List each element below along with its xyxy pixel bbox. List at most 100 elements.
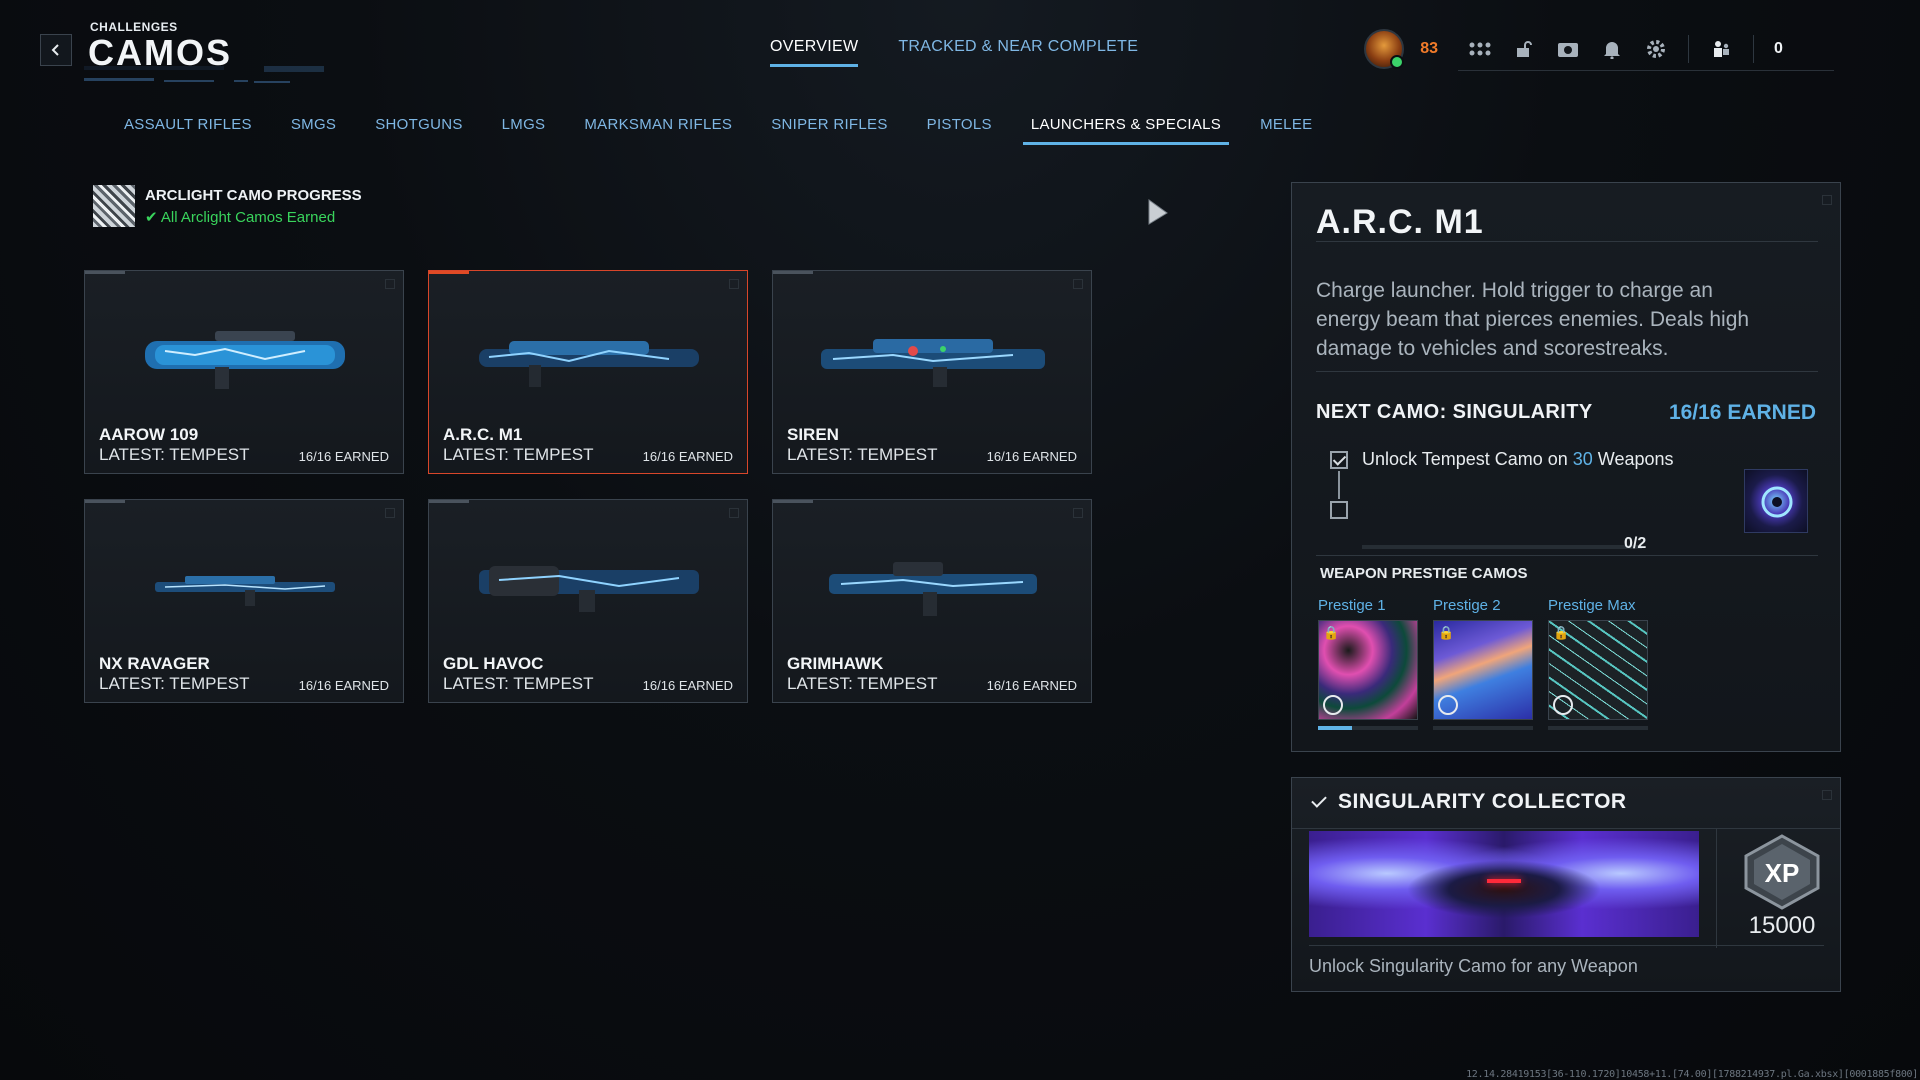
squad-icon[interactable] bbox=[1699, 34, 1743, 64]
collector-description: Unlock Singularity Camo for any Weapon bbox=[1309, 956, 1638, 976]
prestige-1-image: 🔒 bbox=[1318, 620, 1418, 720]
weapon-earned: 16/16 EARNED bbox=[642, 449, 733, 464]
prestige-label: Prestige 1 bbox=[1318, 597, 1386, 614]
card-corner-decoration bbox=[729, 279, 739, 289]
banner-visor bbox=[1487, 879, 1521, 883]
weapon-card-gdl-havoc[interactable]: GDL HAVOC LATEST: TEMPEST 16/16 EARNED bbox=[428, 499, 748, 703]
avatar[interactable] bbox=[1364, 29, 1405, 69]
gear-icon[interactable] bbox=[1634, 34, 1678, 64]
prestige-badge-icon bbox=[1438, 695, 1458, 715]
prestige-2-image: 🔒 bbox=[1433, 620, 1533, 720]
bell-icon[interactable] bbox=[1590, 34, 1634, 64]
weapon-latest-camo: LATEST: TEMPEST bbox=[99, 445, 250, 464]
weapon-latest-camo: LATEST: TEMPEST bbox=[443, 445, 594, 464]
weapon-image bbox=[155, 576, 335, 606]
card-corner-decoration bbox=[1073, 508, 1083, 518]
divider bbox=[1716, 828, 1717, 948]
title-glitch-decoration bbox=[84, 66, 324, 83]
weapon-name: GDL HAVOC bbox=[443, 654, 544, 673]
tab-sniper-rifles[interactable]: SNIPER RIFLES bbox=[763, 112, 895, 145]
tab-tracked-near-complete[interactable]: TRACKED & NEAR COMPLETE bbox=[898, 38, 1138, 67]
task-checkbox-empty bbox=[1330, 501, 1348, 519]
weapon-latest-camo: LATEST: TEMPEST bbox=[787, 674, 938, 693]
task-checkbox-checked bbox=[1330, 450, 1348, 469]
prestige-camo-2[interactable]: Prestige 2 🔒 bbox=[1433, 597, 1533, 730]
weapon-card-siren[interactable]: SIREN LATEST: TEMPEST 16/16 EARNED bbox=[772, 270, 1092, 474]
weapon-earned: 16/16 EARNED bbox=[986, 678, 1077, 693]
card-topbar bbox=[773, 500, 813, 503]
card-corner-decoration bbox=[385, 508, 395, 518]
task-text: Unlock Tempest Camo on 30 Weapons bbox=[1362, 449, 1674, 469]
card-topbar bbox=[429, 271, 469, 274]
grid-icon[interactable] bbox=[1458, 34, 1502, 64]
prestige-progress-bar bbox=[1318, 726, 1418, 730]
back-button[interactable] bbox=[40, 34, 72, 66]
prestige-progress-bar bbox=[1548, 726, 1648, 730]
weapon-earned: 16/16 EARNED bbox=[986, 449, 1077, 464]
currency-count: 0 bbox=[1774, 39, 1783, 57]
prestige-badge-icon bbox=[1553, 695, 1573, 715]
prestige-progress-bar bbox=[1433, 726, 1533, 730]
weapon-card-arc-m1[interactable]: A.R.C. M1 LATEST: TEMPEST 16/16 EARNED bbox=[428, 270, 748, 474]
task-connector bbox=[1338, 471, 1340, 499]
tab-overview[interactable]: OVERVIEW bbox=[770, 38, 859, 67]
divider bbox=[1292, 828, 1840, 829]
divider bbox=[1316, 555, 1818, 556]
card-topbar bbox=[85, 271, 125, 274]
panel-corner-decoration bbox=[1822, 790, 1832, 800]
card-topbar bbox=[85, 500, 125, 503]
camera-icon[interactable] bbox=[1546, 34, 1590, 64]
arclight-title: ARCLIGHT CAMO PROGRESS bbox=[145, 186, 362, 204]
xp-reward-value: 15000 bbox=[1748, 912, 1816, 939]
tab-launchers-specials[interactable]: LAUNCHERS & SPECIALS bbox=[1022, 112, 1230, 145]
weapon-name: NX RAVAGER bbox=[99, 654, 210, 673]
weapon-name: SIREN bbox=[787, 425, 839, 444]
header-right: 83 0 bbox=[1364, 26, 1834, 72]
arclight-status: ✔ All Arclight Camos Earned bbox=[145, 208, 362, 226]
prestige-label: Prestige Max bbox=[1548, 597, 1636, 614]
weapon-detail-title: A.R.C. M1 bbox=[1316, 203, 1484, 241]
tab-melee[interactable]: MELEE bbox=[1252, 112, 1320, 145]
card-corner-decoration bbox=[385, 279, 395, 289]
weapon-name: AAROW 109 bbox=[99, 425, 199, 444]
collector-header: SINGULARITY COLLECTOR bbox=[1311, 790, 1627, 814]
lock-icon: 🔒 bbox=[1553, 625, 1570, 640]
weapon-description: Charge launcher. Hold trigger to charge … bbox=[1316, 279, 1750, 360]
unlock-icon[interactable] bbox=[1502, 34, 1546, 64]
divider bbox=[1316, 371, 1818, 372]
prestige-camos-header: WEAPON PRESTIGE CAMOS bbox=[1320, 565, 1528, 582]
singularity-collector-panel: SINGULARITY COLLECTOR XP 15000 Unlock Si… bbox=[1291, 777, 1841, 992]
weapon-image bbox=[829, 562, 1037, 616]
xp-badge-label: XP bbox=[1765, 858, 1800, 888]
weapon-detail-panel: A.R.C. M1 Charge launcher. Hold trigger … bbox=[1291, 182, 1841, 752]
tab-pistols[interactable]: PISTOLS bbox=[919, 112, 1000, 145]
weapon-name: GRIMHAWK bbox=[787, 654, 884, 673]
singularity-camo-icon bbox=[1744, 469, 1808, 533]
header-icon-bar: 0 bbox=[1458, 34, 1834, 71]
weapon-earned: 16/16 EARNED bbox=[642, 678, 733, 693]
weapon-category-tabs: ASSAULT RIFLES SMGS SHOTGUNS LMGS MARKSM… bbox=[116, 112, 1343, 145]
weapon-card-aarow-109[interactable]: AAROW 109 LATEST: TEMPEST 16/16 EARNED bbox=[84, 270, 404, 474]
card-topbar bbox=[773, 271, 813, 274]
weapon-image bbox=[479, 341, 699, 387]
prestige-camo-max[interactable]: Prestige Max 🔒 bbox=[1548, 597, 1648, 730]
weapon-earned: 16/16 EARNED bbox=[298, 449, 389, 464]
weapon-card-nx-ravager[interactable]: NX RAVAGER LATEST: TEMPEST 16/16 EARNED bbox=[84, 499, 404, 703]
check-icon bbox=[1311, 792, 1327, 808]
tab-assault-rifles[interactable]: ASSAULT RIFLES bbox=[116, 112, 260, 145]
camo-earned-count: 16/16 EARNED bbox=[1668, 401, 1816, 424]
challenge-task: Unlock Tempest Camo on 30 Weapons bbox=[1330, 449, 1674, 470]
chevron-left-icon bbox=[51, 44, 59, 56]
tab-shotguns[interactable]: SHOTGUNS bbox=[367, 112, 470, 145]
prestige-label: Prestige 2 bbox=[1433, 597, 1501, 614]
tab-lmgs[interactable]: LMGS bbox=[494, 112, 554, 145]
header-separator bbox=[1753, 34, 1754, 63]
divider bbox=[1316, 241, 1818, 242]
weapon-card-grimhawk[interactable]: GRIMHAWK LATEST: TEMPEST 16/16 EARNED bbox=[772, 499, 1092, 703]
prestige-camo-1[interactable]: Prestige 1 🔒 bbox=[1318, 597, 1418, 730]
tab-smgs[interactable]: SMGS bbox=[283, 112, 344, 145]
prestige-max-image: 🔒 bbox=[1548, 620, 1648, 720]
panel-corner-decoration bbox=[1822, 195, 1832, 205]
task-progress-bar bbox=[1362, 545, 1642, 549]
tab-marksman-rifles[interactable]: MARKSMAN RIFLES bbox=[576, 112, 740, 145]
